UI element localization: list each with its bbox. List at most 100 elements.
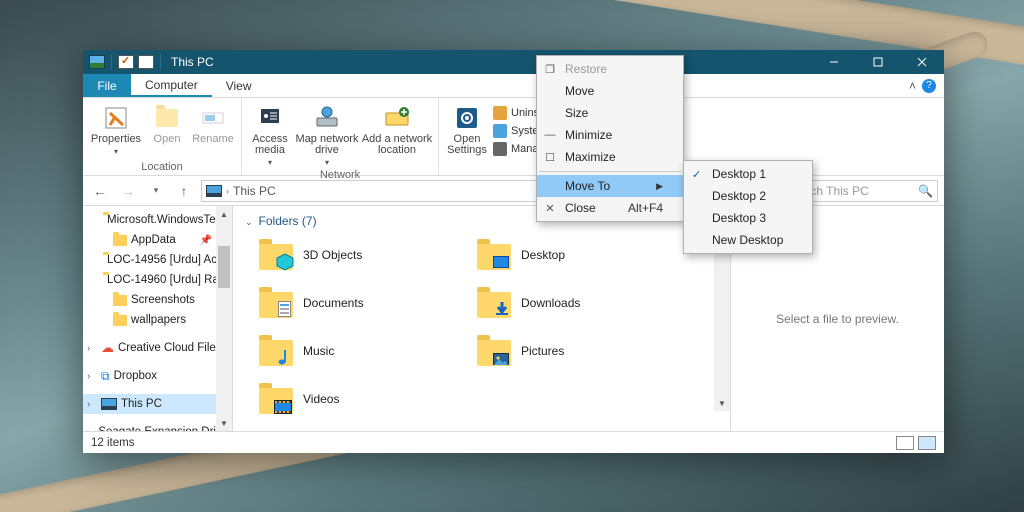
moveto-item[interactable]: Desktop 2 [684,185,812,207]
dropbox-icon: ⧉ [101,369,110,384]
collapse-ribbon-icon[interactable]: ˄ [909,79,916,93]
tree-item-label: Creative Cloud Files [118,342,222,354]
group-label: Location [141,161,183,175]
tree-item[interactable]: wallpapers [83,310,232,330]
recent-dropdown[interactable]: ▾ [145,180,167,202]
up-button[interactable]: ↑ [173,180,195,202]
folder-name: Downloads [521,296,580,310]
tree-item[interactable]: AppData📌 [83,230,232,250]
view-tab[interactable]: View [212,74,266,97]
folder-item[interactable]: Music [259,334,469,368]
open-button[interactable]: Open [145,102,189,158]
tree-item[interactable]: › ☁ Creative Cloud Files [83,338,232,358]
expand-icon[interactable]: › [87,343,97,354]
separator [111,54,112,70]
window-title: This PC [171,55,214,69]
body: Microsoft.WindowsTerminal AppData📌 LOC-149… [83,206,944,431]
separator [539,171,681,172]
tree-item[interactable]: Microsoft.WindowsTerminal [83,210,232,230]
moveto-item-label: Desktop 3 [712,211,766,225]
expand-icon[interactable]: › [87,427,90,432]
folder-name: Pictures [521,344,564,358]
moveto-item[interactable]: ✓Desktop 1 [684,163,812,185]
folder-item[interactable]: Pictures [477,334,687,368]
tree-item-label: This PC [121,398,162,410]
back-button[interactable]: ← [89,180,111,202]
tiles-view-button[interactable] [918,436,936,450]
qat-new-folder-icon[interactable] [138,55,154,69]
close-icon: ✕ [543,202,557,215]
file-tab[interactable]: File [83,74,131,97]
nav-tree[interactable]: Microsoft.WindowsTerminal AppData📌 LOC-149… [83,206,233,431]
folder-item[interactable]: Documents [259,286,469,320]
scroll-down-icon[interactable]: ▼ [714,395,730,411]
restore-icon: ❐ [543,63,557,76]
tree-item-label: Dropbox [114,370,157,382]
tree-item-label: wallpapers [131,314,186,326]
explorer-window: This PC File Computer View ˄ ? Propertie… [83,50,944,453]
forward-button[interactable]: → [117,180,139,202]
tree-item-label: LOC-14956 [Urdu] Acco… [107,254,232,266]
address-bar: ← → ▾ ↑ › This PC Search This PC 🔍 [83,176,944,206]
maximize-button[interactable] [856,50,900,74]
folder-item[interactable]: Videos [259,382,469,416]
status-bar: 12 items [83,431,944,453]
tree-item[interactable]: LOC-14960 [Urdu] Rand… [83,270,232,290]
chevron-down-icon: ⌄ [245,217,253,228]
moveto-item[interactable]: Desktop 3 [684,207,812,229]
expand-icon[interactable]: › [87,371,97,382]
menu-minimize[interactable]: —Minimize [537,124,683,146]
menu-move-to[interactable]: Move To▶ [537,175,683,197]
folder-icon [113,235,127,246]
ribbon: Properties ▾ Open Rename Location Access… [83,98,944,176]
tree-item[interactable]: Screenshots [83,290,232,310]
tree-item[interactable]: › This PC [83,394,232,414]
close-button[interactable] [900,50,944,74]
tree-item-label: Screenshots [131,294,195,306]
menu-move[interactable]: Move [537,80,683,102]
qat-properties-icon[interactable] [118,55,134,69]
folder-item[interactable]: Desktop [477,238,687,272]
map-drive-button[interactable]: Map network drive ▾ [294,102,360,169]
manage-icon [493,142,507,156]
computer-tab[interactable]: Computer [131,74,212,97]
details-view-button[interactable] [896,436,914,450]
folder-item[interactable]: Downloads [477,286,687,320]
expand-icon[interactable]: › [87,399,97,410]
add-network-location-button[interactable]: Add a network location [362,102,432,169]
moveto-item[interactable]: New Desktop [684,229,812,251]
title-bar[interactable]: This PC [83,50,944,74]
content-pane[interactable]: ⌄ Folders (7) 3D ObjectsDesktopDocuments… [233,206,730,431]
moveto-item-label: Desktop 1 [712,167,766,181]
rename-button[interactable]: Rename [191,102,235,158]
menu-maximize[interactable]: ☐Maximize [537,146,683,168]
tree-item[interactable]: LOC-14956 [Urdu] Acco… [83,250,232,270]
scroll-thumb[interactable] [218,246,230,288]
folder-name: Videos [303,392,339,406]
menu-size[interactable]: Size [537,102,683,124]
folder-item[interactable]: 3D Objects [259,238,469,272]
cloud-icon: ☁ [101,340,114,356]
tree-item-label: Seagate Expansion Drive (… [98,426,232,431]
tree-item-label: Microsoft.WindowsTerminal [107,214,232,226]
moveto-item-label: New Desktop [712,233,783,247]
scroll-up-icon[interactable]: ▲ [216,206,232,222]
access-media-button[interactable]: Access media ▾ [248,102,292,169]
chevron-down-icon: ▾ [325,158,329,167]
properties-button[interactable]: Properties ▾ [89,102,143,158]
minimize-button[interactable] [812,50,856,74]
chevron-down-icon: ▾ [114,147,118,156]
separator [160,54,161,70]
tree-item[interactable]: › Seagate Expansion Drive (… [83,422,232,431]
monitor-icon [493,124,507,138]
open-settings-button[interactable]: Open Settings [445,102,489,158]
programs-icon [493,106,507,120]
menu-close[interactable]: ✕CloseAlt+F4 [537,197,683,219]
tree-scrollbar[interactable]: ▲ ▼ [216,206,232,431]
scroll-down-icon[interactable]: ▼ [216,415,232,431]
tree-item[interactable]: › ⧉ Dropbox [83,366,232,386]
move-to-submenu: ✓Desktop 1Desktop 2 Desktop 3 New Desktop [683,160,813,254]
menu-restore[interactable]: ❐Restore [537,58,683,80]
help-icon[interactable]: ? [922,79,936,93]
system-menu-icon[interactable] [89,55,105,69]
